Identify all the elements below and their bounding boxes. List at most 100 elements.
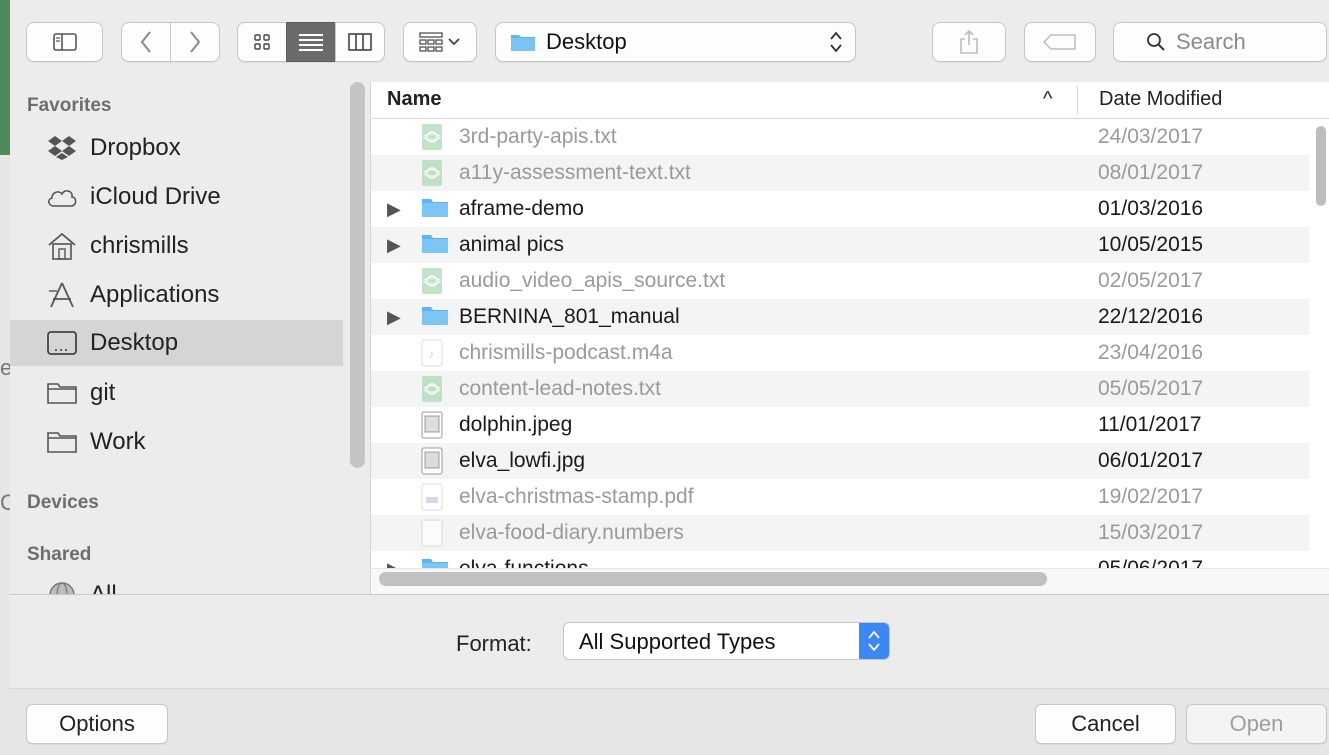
column-header-date-modified[interactable]: Date Modified bbox=[1099, 88, 1222, 111]
network-icon bbox=[42, 580, 82, 594]
open-file-dialog: Desktop Search Favorites Dropbox iCloud … bbox=[10, 0, 1329, 755]
devices-heading: Devices bbox=[27, 492, 99, 513]
file-row[interactable]: content-lead-notes.txt 05/05/2017 bbox=[371, 371, 1309, 407]
list-view-button[interactable] bbox=[286, 22, 336, 62]
file-name: elva_lowfi.jpg bbox=[459, 449, 586, 472]
file-date-modified: 22/12/2016 bbox=[1098, 305, 1204, 328]
folder-icon bbox=[421, 231, 448, 259]
home-icon bbox=[42, 231, 82, 261]
sidebar-item-label: chrismills bbox=[90, 232, 189, 259]
sidebar-item-label: iCloud Drive bbox=[90, 183, 221, 210]
share-button[interactable] bbox=[932, 22, 1006, 62]
file-row[interactable]: ▶ BERNINA_801_manual 22/12/2016 bbox=[371, 299, 1309, 335]
icon-view-button[interactable] bbox=[237, 22, 287, 62]
list-header: Name ^ Date Modified bbox=[371, 82, 1329, 119]
file-name: elva-food-diary.numbers bbox=[459, 521, 684, 544]
grid-arrange-icon bbox=[419, 32, 443, 52]
file-row[interactable]: ♪ chrismills-podcast.m4a 23/04/2016 bbox=[371, 335, 1309, 371]
background-window-color bbox=[0, 0, 10, 155]
file-date-modified: 01/03/2016 bbox=[1098, 197, 1204, 220]
disclosure-triangle-icon[interactable]: ▶ bbox=[387, 235, 401, 256]
open-button[interactable]: Open bbox=[1186, 704, 1327, 744]
sidebar-item-git[interactable]: git bbox=[10, 370, 343, 416]
folder-icon bbox=[511, 35, 535, 51]
search-field[interactable]: Search bbox=[1113, 22, 1327, 62]
file-name: animal pics bbox=[459, 233, 565, 256]
desktop-icon bbox=[42, 328, 82, 358]
chevron-right-icon bbox=[190, 31, 201, 53]
file-row[interactable]: elva_lowfi.jpg 06/01/2017 bbox=[371, 443, 1309, 479]
sidebar: Favorites Dropbox iCloud Drive chrismill… bbox=[10, 82, 371, 594]
dropbox-icon bbox=[42, 133, 82, 163]
disclosure-triangle-icon[interactable]: ▶ bbox=[387, 307, 401, 328]
file-row[interactable]: ▶ animal pics 10/05/2015 bbox=[371, 227, 1309, 263]
column-view-button[interactable] bbox=[335, 22, 385, 62]
file-name: audio_video_apis_source.txt bbox=[459, 269, 726, 292]
sidebar-item-work[interactable]: Work bbox=[10, 419, 343, 465]
tag-button[interactable] bbox=[1024, 22, 1096, 62]
folder-icon bbox=[42, 427, 82, 457]
sidebar-item-icloud-drive[interactable]: iCloud Drive bbox=[10, 174, 343, 220]
text-file-icon bbox=[421, 267, 447, 295]
file-row[interactable]: audio_video_apis_source.txt 02/05/2017 bbox=[371, 263, 1309, 299]
favorites-heading: Favorites bbox=[27, 95, 112, 116]
file-list-vertical-scrollbar[interactable] bbox=[1316, 126, 1326, 206]
sidebar-item-desktop[interactable]: Desktop bbox=[10, 320, 343, 366]
search-placeholder: Search bbox=[1176, 29, 1246, 54]
file-name: 3rd-party-apis.txt bbox=[459, 125, 617, 148]
file-row[interactable]: elva-christmas-stamp.pdf 19/02/2017 bbox=[371, 479, 1309, 515]
stepper-arrows-icon bbox=[830, 31, 842, 53]
sidebar-scrollbar[interactable] bbox=[350, 82, 365, 468]
file-name: BERNINA_801_manual bbox=[459, 305, 680, 328]
sidebar-item-label: git bbox=[90, 379, 116, 406]
file-date-modified: 10/05/2015 bbox=[1098, 233, 1204, 256]
sidebar-item-applications[interactable]: Applications bbox=[10, 272, 343, 318]
file-date-modified: 05/05/2017 bbox=[1098, 377, 1204, 400]
sidebar-item-label: All... bbox=[90, 581, 137, 594]
file-name: content-lead-notes.txt bbox=[459, 377, 661, 400]
file-row[interactable]: dolphin.jpeg 11/01/2017 bbox=[371, 407, 1309, 443]
format-select-value: All Supported Types bbox=[579, 629, 776, 654]
sidebar-item-chrismills[interactable]: chrismills bbox=[10, 223, 343, 269]
image-file-icon bbox=[421, 411, 447, 439]
file-row[interactable]: a11y-assessment-text.txt 08/01/2017 bbox=[371, 155, 1309, 191]
file-date-modified: 24/03/2017 bbox=[1098, 125, 1204, 148]
tag-icon bbox=[1043, 34, 1076, 50]
sidebar-item-shared-all[interactable]: All... bbox=[10, 572, 343, 594]
back-button[interactable] bbox=[121, 22, 171, 62]
cancel-button[interactable]: Cancel bbox=[1035, 704, 1176, 744]
sidebar-toggle-button[interactable] bbox=[26, 22, 103, 62]
file-name: a11y-assessment-text.txt bbox=[459, 161, 691, 184]
folder-icon bbox=[421, 195, 448, 223]
background-window-edge: e C bbox=[0, 0, 16, 755]
file-name: elva-christmas-stamp.pdf bbox=[459, 485, 694, 508]
options-button[interactable]: Options bbox=[26, 704, 168, 744]
file-row[interactable]: ▶ aframe-demo 01/03/2016 bbox=[371, 191, 1309, 227]
disclosure-triangle-icon[interactable]: ▶ bbox=[387, 199, 401, 220]
file-date-modified: 08/01/2017 bbox=[1098, 161, 1204, 184]
file-date-modified: 06/01/2017 bbox=[1098, 449, 1204, 472]
arrange-menu-button[interactable] bbox=[403, 22, 477, 62]
column-separator[interactable] bbox=[1077, 86, 1078, 114]
file-list-horizontal-scrollbar[interactable] bbox=[379, 572, 1047, 586]
applications-icon bbox=[42, 280, 82, 310]
pdf-file-icon bbox=[421, 483, 447, 511]
sidebar-item-dropbox[interactable]: Dropbox bbox=[10, 125, 343, 171]
location-popup[interactable]: Desktop bbox=[495, 22, 856, 62]
sidebar-item-label: Dropbox bbox=[90, 134, 181, 161]
folder-icon bbox=[421, 303, 448, 331]
columns-icon bbox=[348, 33, 372, 51]
audio-file-icon: ♪ bbox=[421, 339, 447, 367]
column-header-name[interactable]: Name bbox=[387, 88, 441, 111]
file-name: aframe-demo bbox=[459, 197, 584, 220]
forward-button[interactable] bbox=[170, 22, 220, 62]
file-row[interactable]: elva-food-diary.numbers 15/03/2017 bbox=[371, 515, 1309, 551]
file-row[interactable]: 3rd-party-apis.txt 24/03/2017 bbox=[371, 119, 1309, 155]
sort-ascending-icon[interactable]: ^ bbox=[1043, 88, 1052, 111]
file-date-modified: 02/05/2017 bbox=[1098, 269, 1204, 292]
share-icon bbox=[960, 29, 978, 54]
file-date-modified: 19/02/2017 bbox=[1098, 485, 1204, 508]
format-select[interactable]: All Supported Types bbox=[563, 622, 890, 660]
svg-text:♪: ♪ bbox=[428, 347, 434, 361]
document-icon bbox=[421, 519, 447, 547]
